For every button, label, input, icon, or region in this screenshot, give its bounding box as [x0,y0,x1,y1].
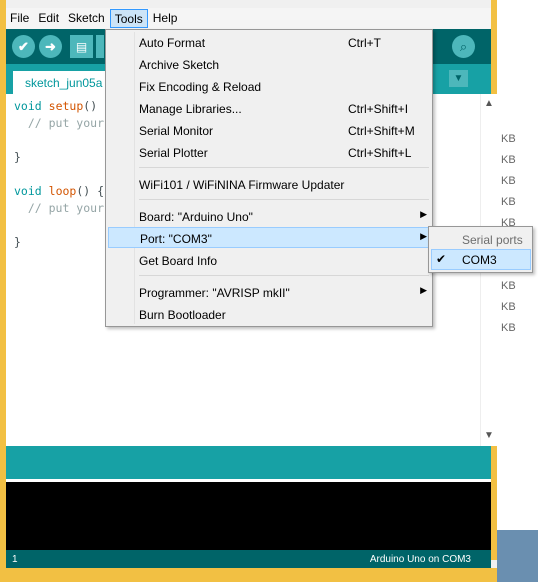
menu-item-burn-bootloader[interactable]: Burn Bootloader [109,304,429,325]
menu-separator [139,275,429,276]
arrow-right-icon: ➜ [45,38,56,54]
menu-item-serial-monitor[interactable]: Serial Monitor Ctrl+Shift+M [109,120,429,141]
menu-item-archive-sketch[interactable]: Archive Sketch [109,54,429,75]
menu-item-firmware-updater[interactable]: WiFi101 / WiFiNINA Firmware Updater [109,174,429,195]
port-submenu: Serial ports ✔ COM3 [428,226,533,273]
code-line: void loop() { [14,184,105,198]
menu-item-programmer[interactable]: Programmer: "AVRISP mkII" ▶ [109,282,429,303]
menu-edit[interactable]: Edit [34,9,63,28]
size-label: KB [501,322,516,334]
size-label: KB [501,133,516,145]
window-frame-bottom [0,568,497,582]
tab-sketch[interactable]: sketch_jun05a [13,71,113,94]
size-label: KB [501,301,516,313]
scroll-down-icon[interactable]: ▼ [484,430,494,441]
scroll-up-icon[interactable]: ▲ [484,98,494,109]
menu-item-port[interactable]: Port: "COM3" ▶ [108,227,430,248]
upload-button[interactable]: ➜ [39,35,62,58]
menu-bar: File Edit Sketch Tools Help [6,8,491,29]
tab-menu-button[interactable]: ▼ [449,70,468,87]
submenu-arrow-icon: ▶ [420,231,427,241]
verify-button[interactable]: ✔ [12,35,35,58]
desktop-background [497,530,538,582]
menu-item-serial-plotter[interactable]: Serial Plotter Ctrl+Shift+L [109,142,429,163]
menu-item-manage-libraries[interactable]: Manage Libraries... Ctrl+Shift+I [109,98,429,119]
checkmark-icon: ✔ [436,252,447,266]
code-line: } [14,150,21,164]
check-icon: ✔ [18,38,29,54]
code-line: void setup() { [14,99,111,113]
menu-sketch[interactable]: Sketch [64,9,109,28]
line-number: 1 [12,554,18,565]
status-bar: 1 Arduino Uno on COM3 [6,550,491,568]
board-status: Arduino Uno on COM3 [369,554,471,565]
menu-item-board-info[interactable]: Get Board Info [109,250,429,271]
open-button[interactable] [96,35,104,58]
menu-file[interactable]: File [6,9,33,28]
menu-separator [139,167,429,168]
serial-monitor-button[interactable]: ⌕ [452,35,475,58]
console-output[interactable] [6,482,491,550]
tools-menu: Auto Format Ctrl+T Archive Sketch Fix En… [105,29,433,327]
code-comment: // put your [14,116,105,130]
document-icon: ▤ [75,39,88,54]
magnifier-icon: ⌕ [459,38,468,54]
menu-item-board[interactable]: Board: "Arduino Uno" ▶ [109,206,429,227]
code-line: } [14,235,21,249]
submenu-arrow-icon: ▶ [420,209,427,219]
submenu-arrow-icon: ▶ [420,285,427,295]
new-sketch-button[interactable]: ▤ [70,35,93,58]
code-text: void setup() { // put your } void loop()… [14,98,111,251]
code-comment: // put your [14,201,105,215]
size-label: KB [501,280,516,292]
port-item-com3[interactable]: ✔ COM3 [431,249,531,270]
message-area [6,446,491,482]
size-label: KB [501,175,516,187]
submenu-header: Serial ports [462,233,523,247]
chevron-down-icon: ▼ [453,73,464,84]
menu-separator [139,199,429,200]
menu-item-auto-format[interactable]: Auto Format Ctrl+T [109,32,429,53]
menu-item-fix-encoding[interactable]: Fix Encoding & Reload [109,76,429,97]
menu-help[interactable]: Help [149,9,182,28]
size-label: KB [501,154,516,166]
size-label: KB [501,196,516,208]
menu-tools[interactable]: Tools [109,9,148,28]
